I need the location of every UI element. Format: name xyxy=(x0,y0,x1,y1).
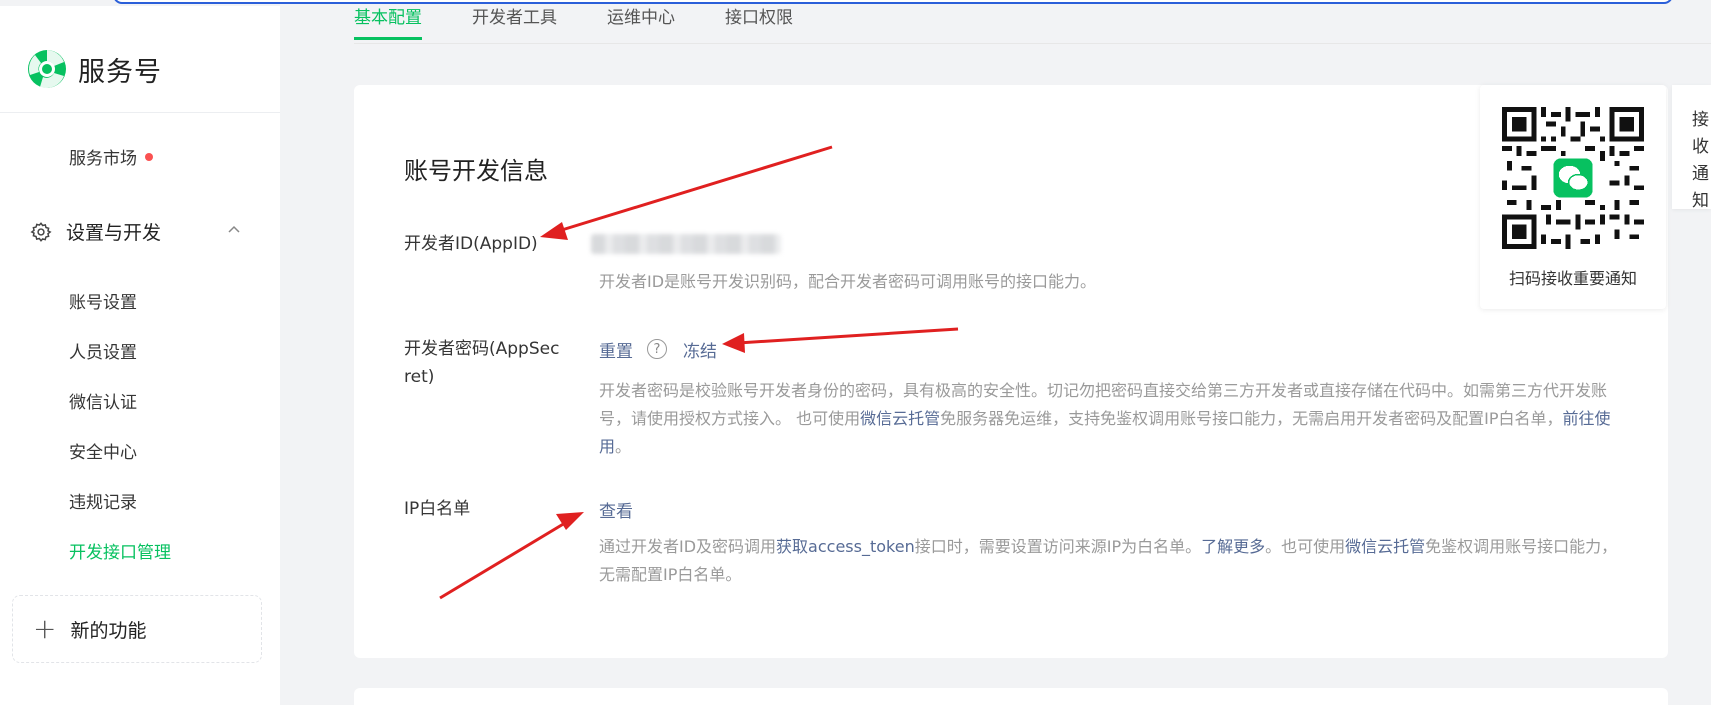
view-ip-whitelist-link[interactable]: 查看 xyxy=(599,497,633,522)
sidebar-group-settings[interactable]: 设置与开发 xyxy=(30,218,250,245)
notification-dot xyxy=(145,153,153,161)
ip-desc-part2: 接口时，需要设置访问来源IP为白名单。 xyxy=(914,537,1202,556)
ip-desc-part1: 通过开发者ID及密码调用 xyxy=(599,537,777,556)
ip-whitelist-actions: 查看 xyxy=(599,495,1619,523)
appsecret-content: 重置 ? 冻结 开发者密码是校验账号开发者身份的密码，具有极高的安全性。切记勿把… xyxy=(599,335,1619,461)
app-name: 服务号 xyxy=(78,56,162,88)
ip-desc-part3: 。也可使用 xyxy=(1265,537,1346,556)
card-title: 账号开发信息 xyxy=(404,157,548,185)
appsecret-actions: 重置 ? 冻结 xyxy=(599,335,1619,363)
new-feature-button[interactable]: + 新的功能 xyxy=(12,595,262,663)
plus-icon: + xyxy=(33,612,57,645)
help-icon[interactable]: ? xyxy=(647,339,667,359)
sidebar-item-dev-api-management[interactable]: 开发接口管理 xyxy=(69,538,171,563)
appid-description: 开发者ID是账号开发识别码，配合开发者密码可调用账号的接口能力。 xyxy=(599,272,1097,291)
freeze-secret-link[interactable]: 冻结 xyxy=(683,337,717,362)
reset-secret-link[interactable]: 重置 xyxy=(599,337,633,362)
new-feature-label: 新的功能 xyxy=(70,619,147,642)
tab-ops-center[interactable]: 运维中心 xyxy=(607,0,675,40)
chevron-up-icon[interactable] xyxy=(226,222,242,238)
brand-divider xyxy=(0,112,280,113)
appsecret-description: 开发者密码是校验账号开发者身份的密码，具有极高的安全性。切记勿把密码直接交给第三… xyxy=(599,377,1619,461)
wechat-cloud-hosting-link[interactable]: 微信云托管 xyxy=(860,409,940,428)
appsecret-desc-part3: 。 xyxy=(615,437,632,456)
appsecret-desc-part2: 免服务器免运维，支持免鉴权调用账号接口能力，无需启用开发者密码及配置IP白名单， xyxy=(940,409,1563,428)
appid-masked-value xyxy=(591,234,781,254)
wechat-cloud-hosting-link-2[interactable]: 微信云托管 xyxy=(1345,537,1425,556)
sidebar-item-security-center[interactable]: 安全中心 xyxy=(69,438,137,463)
sidebar-item-violation-records[interactable]: 违规记录 xyxy=(69,488,137,513)
sidebar-item-market[interactable]: 服务市场 xyxy=(69,144,153,169)
account-dev-info-card: 账号开发信息 开发者ID(AppID) 开发者ID是账号开发识别码，配合开发者密… xyxy=(354,85,1668,658)
tab-basic-config[interactable]: 基本配置 xyxy=(354,0,422,40)
appid-label: 开发者ID(AppID) xyxy=(404,234,538,254)
appid-content: 开发者ID是账号开发识别码，配合开发者密码可调用账号的接口能力。 xyxy=(591,230,1619,296)
tabs-divider xyxy=(354,43,1711,44)
next-section-card xyxy=(354,688,1668,705)
side-notice-text: 接收通知 xyxy=(1692,110,1709,211)
top-tabs: 基本配置 开发者工具 运维中心 接口权限 xyxy=(354,0,843,44)
appsecret-label: 开发者密码(AppSecret) xyxy=(404,339,560,387)
qr-code-icon[interactable] xyxy=(1502,107,1644,249)
top-search-bar[interactable] xyxy=(113,0,1673,4)
sidebar-group-label: 设置与开发 xyxy=(66,222,162,244)
sidebar-item-label: 服务市场 xyxy=(69,149,137,169)
sidebar: 服务号 服务市场 设置与开发 账号设置 人员设置 微信认证 安全中心 违规记录 … xyxy=(0,6,280,705)
ip-whitelist-content: 查看 通过开发者ID及密码调用获取access_token接口时，需要设置访问来… xyxy=(599,495,1619,589)
gear-icon xyxy=(30,221,52,242)
side-notice-panel[interactable]: 接收通知 xyxy=(1672,85,1711,211)
sidebar-item-account-settings[interactable]: 账号设置 xyxy=(69,288,137,313)
qr-caption: 扫码接收重要通知 xyxy=(1508,269,1637,288)
qr-notification-box: 扫码接收重要通知 xyxy=(1480,85,1666,309)
service-account-logo-icon xyxy=(28,50,66,89)
sidebar-item-wechat-verify[interactable]: 微信认证 xyxy=(69,388,137,413)
learn-more-link[interactable]: 了解更多 xyxy=(1201,537,1265,556)
tab-developer-tools[interactable]: 开发者工具 xyxy=(472,0,557,40)
brand[interactable]: 服务号 xyxy=(26,48,162,90)
ip-whitelist-label: IP白名单 xyxy=(404,499,471,519)
get-access-token-link[interactable]: 获取access_token xyxy=(776,537,915,556)
ip-whitelist-description: 通过开发者ID及密码调用获取access_token接口时，需要设置访问来源IP… xyxy=(599,533,1619,589)
tab-api-permissions[interactable]: 接口权限 xyxy=(725,0,793,40)
sidebar-item-member-settings[interactable]: 人员设置 xyxy=(69,338,137,363)
